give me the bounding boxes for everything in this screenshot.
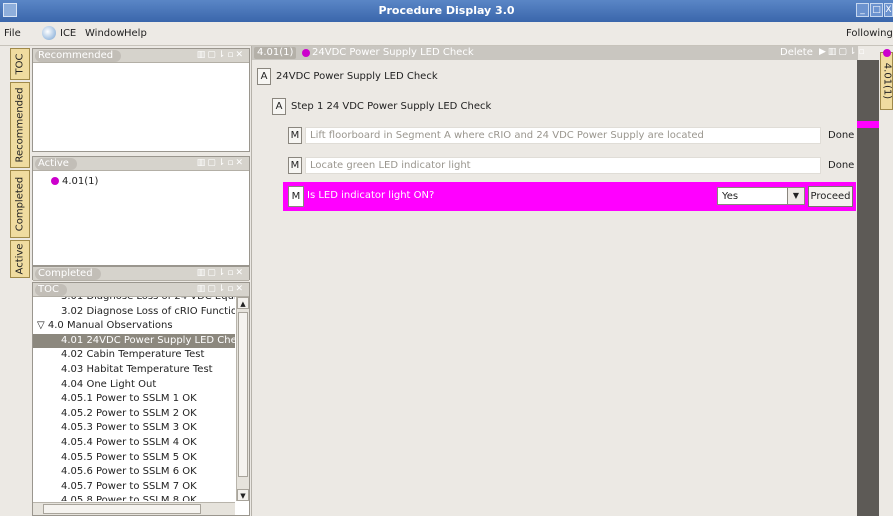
active-item-label: 4.01(1): [62, 176, 99, 187]
tab-completed[interactable]: Completed: [10, 170, 30, 238]
tab-toc[interactable]: TOC: [10, 48, 30, 80]
active-label: Active: [35, 158, 77, 170]
toc-tree: 3.01 Diagnose Loss of 24 VDC Equip3.02 D…: [33, 297, 235, 501]
panel-controls[interactable]: ▥▢⇂▫✕: [197, 284, 245, 294]
tab-recommended[interactable]: Recommended: [10, 82, 30, 168]
toc-horizontal-scrollbar[interactable]: [33, 502, 235, 515]
current-position-marker: [857, 121, 879, 128]
procedure-header-title: 24VDC Power Supply LED Check: [312, 47, 474, 58]
toc-item[interactable]: 4.05.2 Power to SSLM 2 OK: [33, 407, 235, 422]
action-row: Lift floorboard in Segment A where cRIO …: [305, 127, 821, 144]
proceed-button[interactable]: Proceed: [808, 186, 853, 207]
scroll-down-arrow-icon[interactable]: ▼: [237, 489, 249, 501]
toc-item[interactable]: 4.02 Cabin Temperature Test: [33, 348, 235, 363]
minimize-button[interactable]: _: [856, 3, 869, 17]
procedure-title: 24VDC Power Supply LED Check: [276, 71, 438, 82]
panel-controls[interactable]: ▥▢⇂▫✕: [197, 158, 245, 168]
ice-icon: [42, 26, 56, 40]
panel-controls[interactable]: ▥▢⇂▫✕: [197, 50, 245, 60]
toc-item[interactable]: 4.01 24VDC Power Supply LED Chec: [33, 333, 235, 349]
active-header: Active ▥▢⇂▫✕: [33, 157, 249, 171]
menu-help[interactable]: Help: [124, 28, 147, 39]
tab-following-procedure[interactable]: 4.01(1): [880, 49, 893, 110]
status-done: Done: [828, 130, 855, 141]
toc-vertical-scrollbar[interactable]: ▲ ▼: [236, 297, 249, 501]
action-row: Locate green LED indicator light: [305, 157, 821, 174]
completed-panel: Completed ▥▢⇂▫✕: [32, 266, 250, 281]
current-action-row: M Is LED indicator light ON? Yes ▼ Proce…: [283, 182, 856, 211]
toc-item[interactable]: 4.04 One Light Out: [33, 378, 235, 393]
scroll-thumb[interactable]: [43, 504, 201, 514]
procedure-tag[interactable]: 4.01(1): [254, 47, 297, 59]
scroll-up-arrow-icon[interactable]: ▲: [237, 297, 249, 309]
step-title: Step 1 24 VDC Power Supply LED Check: [291, 101, 492, 112]
toc-item[interactable]: 4.05.4 Power to SSLM 4 OK: [33, 436, 235, 451]
menu-ice[interactable]: ICE: [60, 28, 76, 39]
delete-button[interactable]: Delete: [780, 47, 813, 59]
action-level-box: M: [288, 127, 302, 144]
scroll-thumb[interactable]: [238, 312, 248, 477]
following-label: Following: [846, 28, 893, 39]
menu-file[interactable]: File: [4, 28, 21, 39]
alert-badge-icon: [302, 49, 310, 57]
active-procedure-item[interactable]: 4.01(1): [51, 176, 98, 187]
toc-item[interactable]: 4.03 Habitat Temperature Test: [33, 363, 235, 378]
answer-select[interactable]: Yes ▼: [717, 187, 805, 205]
procedure-level-box: A: [257, 68, 271, 85]
toc-item[interactable]: 4.05.3 Power to SSLM 3 OK: [33, 421, 235, 436]
action-level-box: M: [288, 157, 302, 174]
toc-header: TOC ▥▢⇂▫✕: [33, 283, 249, 297]
toc-item[interactable]: 4.05.6 Power to SSLM 6 OK: [33, 465, 235, 480]
right-column: [879, 46, 893, 516]
completed-header: Completed ▥▢⇂▫✕: [33, 267, 249, 281]
menu-window[interactable]: Window: [85, 28, 124, 39]
step-level-box: A: [272, 98, 286, 115]
alert-badge-icon: [883, 49, 891, 57]
panel-controls[interactable]: ▶▥▢⇂▫: [819, 47, 867, 57]
completed-label: Completed: [35, 268, 101, 280]
toc-item[interactable]: 4.05.1 Power to SSLM 1 OK: [33, 392, 235, 407]
question-text: Is LED indicator light ON?: [307, 190, 435, 201]
toc-item[interactable]: 3.02 Diagnose Loss of cRIO Function: [33, 305, 235, 320]
recommended-label: Recommended: [35, 50, 122, 62]
left-column: TOC Recommended Completed Active Recomme…: [10, 46, 250, 516]
answer-select-value: Yes: [722, 191, 739, 202]
dropdown-arrow-icon[interactable]: ▼: [787, 188, 804, 204]
timeline-strip: [857, 60, 879, 516]
status-done: Done: [828, 160, 855, 171]
window-title: Procedure Display 3.0: [378, 4, 515, 17]
tab-active[interactable]: Active: [10, 240, 30, 278]
close-window-button[interactable]: X: [884, 3, 893, 17]
maximize-button[interactable]: □: [870, 3, 883, 17]
menu-bar: File ICE Window Help Following: [0, 22, 893, 46]
alert-badge-icon: [51, 177, 59, 185]
toc-item[interactable]: ▽ 4.0 Manual Observations: [33, 319, 235, 334]
toc-item[interactable]: 4.05.7 Power to SSLM 7 OK: [33, 480, 235, 495]
panel-controls[interactable]: ▥▢⇂▫✕: [197, 268, 245, 278]
toc-item[interactable]: 4.05.5 Power to SSLM 5 OK: [33, 451, 235, 466]
recommended-panel: Recommended ▥▢⇂▫✕: [32, 48, 250, 152]
toc-label: TOC: [35, 284, 67, 296]
active-panel: Active ▥▢⇂▫✕ 4.01(1): [32, 156, 250, 266]
procedure-view: 4.01(1) 24VDC Power Supply LED Check Del…: [251, 46, 865, 516]
toc-item[interactable]: 4.05.8 Power to SSLM 8 OK: [33, 494, 235, 501]
toc-panel: TOC ▥▢⇂▫✕ 3.01 Diagnose Loss of 24 VDC E…: [32, 282, 250, 516]
title-bar: Procedure Display 3.0 _ □ X: [0, 0, 893, 22]
recommended-header: Recommended ▥▢⇂▫✕: [33, 49, 249, 63]
procedure-header: 4.01(1) 24VDC Power Supply LED Check Del…: [252, 46, 865, 60]
toc-item[interactable]: 3.01 Diagnose Loss of 24 VDC Equip: [33, 297, 235, 305]
action-level-box: M: [288, 186, 304, 207]
